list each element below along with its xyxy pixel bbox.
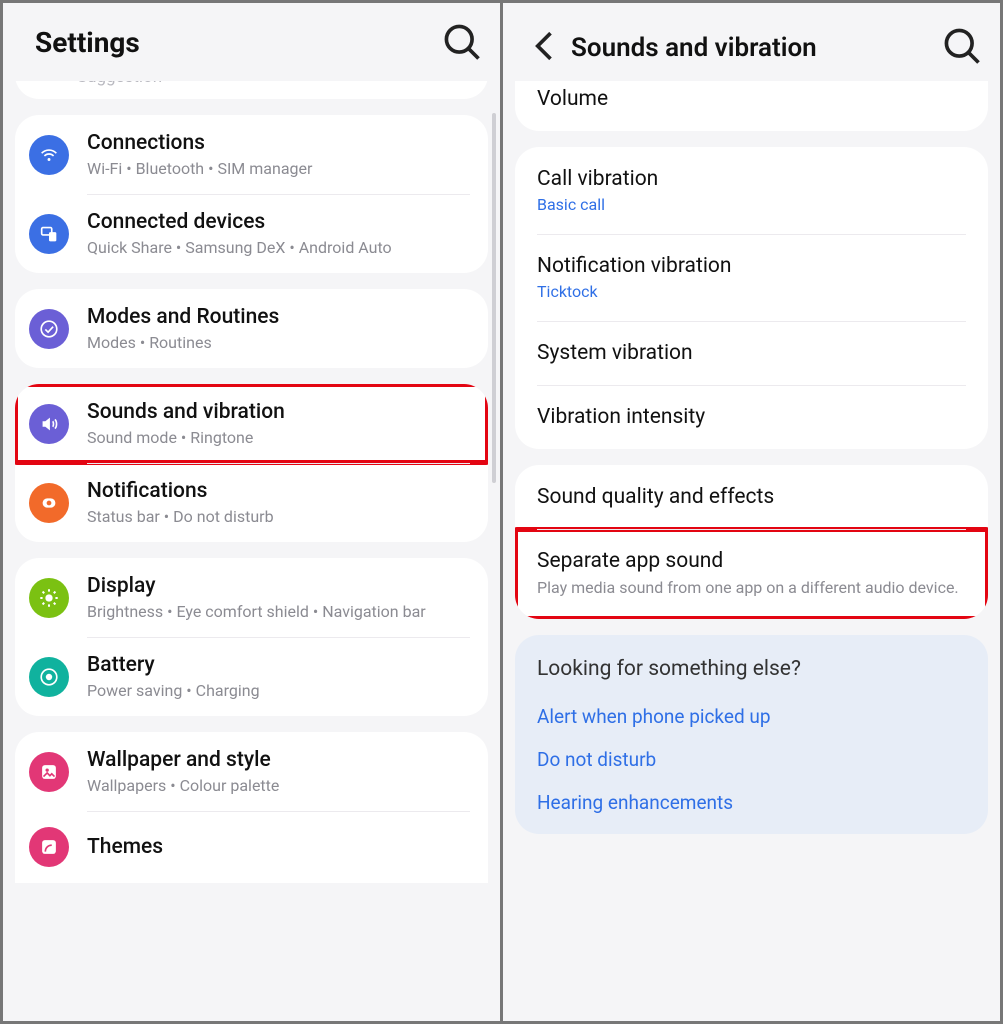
item-title: Themes [87, 835, 470, 859]
item-description: Play media sound from one app on a diffe… [537, 577, 966, 599]
sounds-item-notification-vibration[interactable]: Notification vibration Ticktock [515, 234, 988, 321]
item-title: Wallpaper and style [87, 748, 470, 772]
settings-item-modes-routines[interactable]: Modes and Routines Modes • Routines [15, 289, 488, 368]
settings-item-wallpaper[interactable]: Wallpaper and style Wallpapers • Colour p… [15, 732, 488, 811]
item-title: Sounds and vibration [87, 400, 470, 424]
item-title: Notifications [87, 479, 470, 503]
item-value: Ticktock [537, 282, 966, 301]
sounds-item-separate-app-sound[interactable]: Separate app sound Play media sound from … [515, 529, 988, 619]
back-icon [523, 24, 567, 68]
settings-group: Suggestion [15, 81, 488, 99]
item-value: Basic call [537, 195, 966, 214]
item-subtitle: Wallpapers • Colour palette [87, 776, 470, 795]
settings-item-connected-devices[interactable]: Connected devices Quick Share • Samsung D… [15, 194, 488, 273]
sun-icon [29, 578, 69, 618]
sounds-vibration-panel: Sounds and vibration Volume Call vibratio… [500, 3, 1000, 1021]
settings-group: Connections Wi-Fi • Bluetooth • SIM manag… [15, 115, 488, 273]
suggestion-stub: Suggestion [15, 81, 488, 99]
back-button[interactable] [523, 24, 567, 68]
item-title: Connections [87, 131, 470, 155]
looking-link[interactable]: Hearing enhancements [537, 781, 966, 824]
settings-group: Modes and Routines Modes • Routines [15, 289, 488, 368]
page-title: Settings [35, 26, 440, 59]
wifi-icon [29, 135, 69, 175]
settings-group: Sounds and vibration Sound mode • Rington… [15, 384, 488, 542]
item-title: Connected devices [87, 210, 470, 234]
item-title: Battery [87, 653, 470, 677]
item-subtitle: Brightness • Eye comfort shield • Naviga… [87, 602, 470, 621]
search-icon [940, 24, 984, 68]
scrollbar[interactable] [492, 113, 496, 483]
settings-item-display[interactable]: Display Brightness • Eye comfort shield •… [15, 558, 488, 637]
search-button[interactable] [440, 20, 484, 64]
settings-panel: Settings Suggestion Connections Wi-Fi • Bl… [3, 3, 500, 1021]
picture-icon [29, 752, 69, 792]
sounds-item-sound-quality[interactable]: Sound quality and effects [515, 465, 988, 529]
notif-icon [29, 483, 69, 523]
devices-icon [29, 214, 69, 254]
item-subtitle: Wi-Fi • Bluetooth • SIM manager [87, 159, 470, 178]
check-circle-icon [29, 309, 69, 349]
item-title: Sound quality and effects [537, 485, 966, 509]
sounds-group: Call vibration Basic call Notification vib… [515, 147, 988, 449]
sounds-group: Volume [515, 81, 988, 131]
sounds-list[interactable]: Volume Call vibration Basic call Notificati… [503, 81, 1000, 1021]
item-title: Notification vibration [537, 254, 966, 278]
settings-item-notifications[interactable]: Notifications Status bar • Do not disturb [15, 463, 488, 542]
item-title: Call vibration [537, 167, 966, 191]
looking-link[interactable]: Alert when phone picked up [537, 695, 966, 738]
looking-for-card: Looking for something else? Alert when ph… [515, 635, 988, 834]
sounds-item-call-vibration[interactable]: Call vibration Basic call [515, 147, 988, 234]
sounds-item-system-vibration[interactable]: System vibration [515, 321, 988, 385]
settings-header: Settings [3, 3, 500, 81]
item-subtitle: Power saving • Charging [87, 681, 470, 700]
settings-group: Display Brightness • Eye comfort shield •… [15, 558, 488, 716]
speaker-icon [29, 404, 69, 444]
item-title: Volume [537, 87, 966, 111]
item-title: Modes and Routines [87, 305, 470, 329]
settings-group: Wallpaper and style Wallpapers • Colour p… [15, 732, 488, 883]
item-subtitle: Quick Share • Samsung DeX • Android Auto [87, 238, 470, 257]
sounds-item-vibration-intensity[interactable]: Vibration intensity [515, 385, 988, 449]
item-title: Vibration intensity [537, 405, 966, 429]
looking-heading: Looking for something else? [537, 657, 966, 681]
item-title: System vibration [537, 341, 966, 365]
settings-item-themes[interactable]: Themes [15, 811, 488, 883]
palette-icon [29, 827, 69, 867]
sounds-group: Sound quality and effects Separate app so… [515, 465, 988, 619]
settings-item-connections[interactable]: Connections Wi-Fi • Bluetooth • SIM manag… [15, 115, 488, 194]
item-subtitle: Sound mode • Ringtone [87, 428, 470, 447]
search-button[interactable] [940, 24, 984, 68]
item-title: Display [87, 574, 470, 598]
subpage-header: Sounds and vibration [503, 7, 1000, 85]
sounds-item-volume[interactable]: Volume [515, 81, 988, 131]
battery-icon [29, 657, 69, 697]
subpage-title: Sounds and vibration [571, 33, 940, 63]
item-title: Separate app sound [537, 549, 966, 573]
item-subtitle: Status bar • Do not disturb [87, 507, 470, 526]
settings-list[interactable]: Suggestion Connections Wi-Fi • Bluetooth •… [3, 81, 500, 1021]
settings-item-battery[interactable]: Battery Power saving • Charging [15, 637, 488, 716]
item-subtitle: Modes • Routines [87, 333, 470, 352]
settings-item-sounds-vibration[interactable]: Sounds and vibration Sound mode • Rington… [15, 384, 488, 463]
looking-link[interactable]: Do not disturb [537, 738, 966, 781]
search-icon [440, 20, 484, 64]
